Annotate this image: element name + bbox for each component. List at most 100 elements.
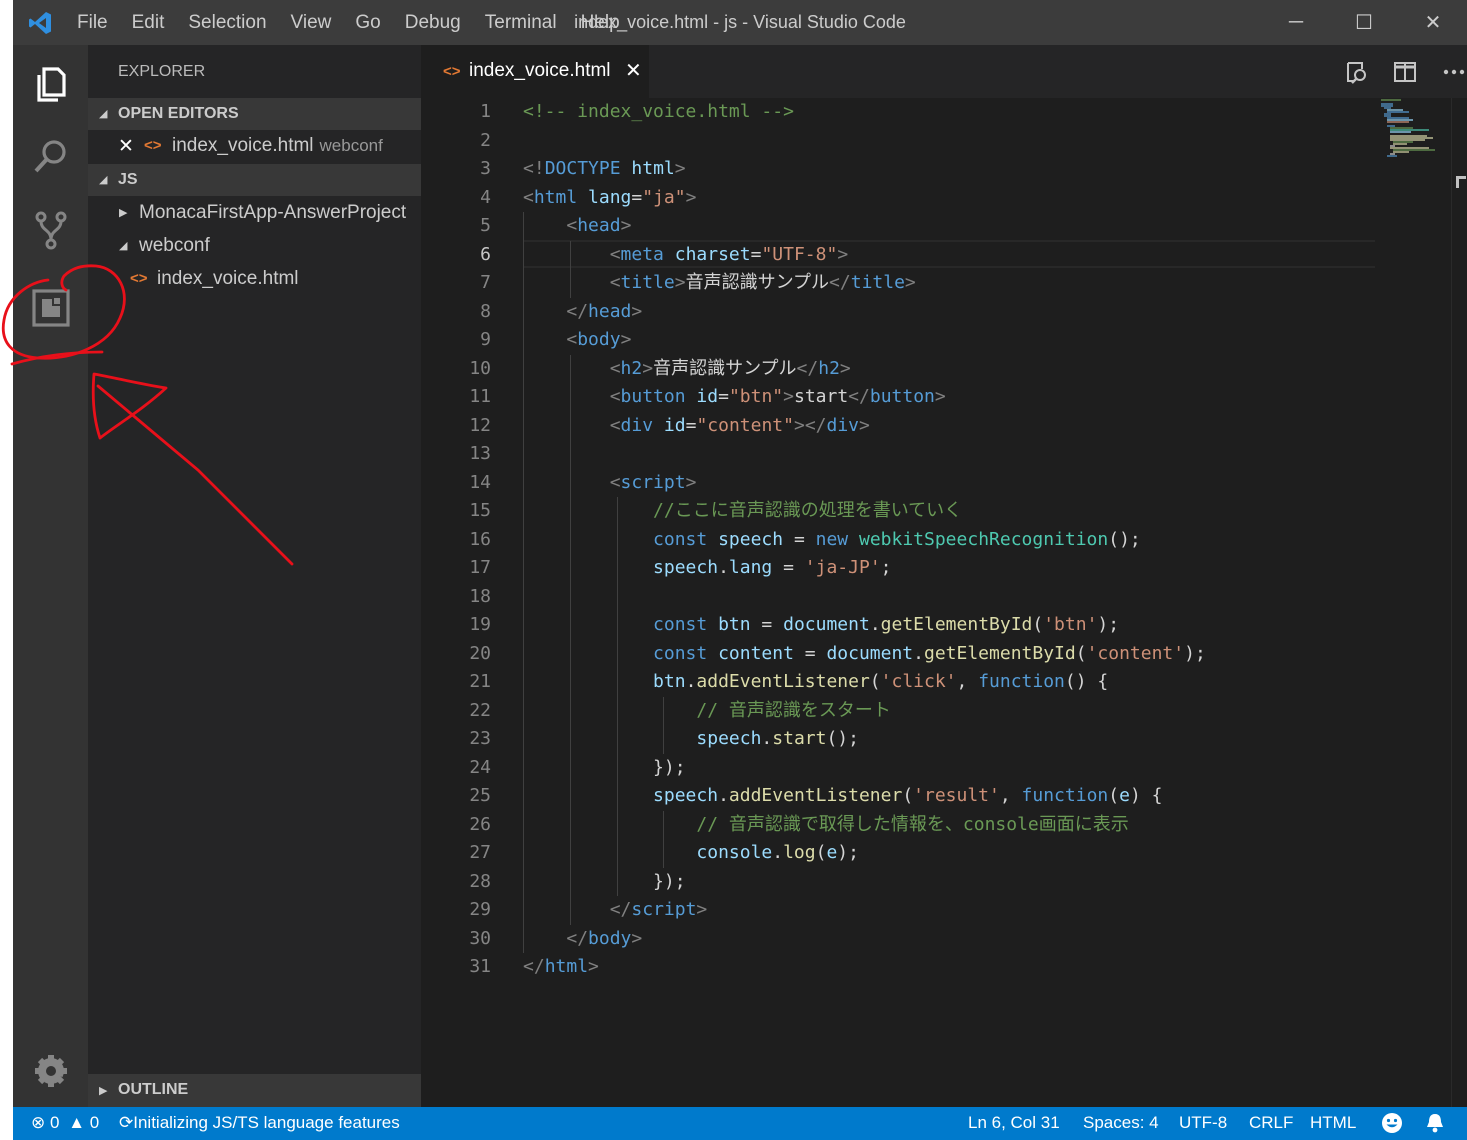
- feedback-smiley-icon[interactable]: [1381, 1112, 1403, 1134]
- gear-icon[interactable]: [30, 1050, 72, 1092]
- code-line[interactable]: speech.addEventListener('result', functi…: [523, 782, 1162, 811]
- code-editor[interactable]: 1 2 3 4 5 6 7 8 9 10 11 12 13 14 15 16 17 18 19 20 21 22 23 24 2…: [421, 98, 1467, 1107]
- code-line[interactable]: // 音声認識で取得した情報を、console画面に表示: [523, 811, 1128, 840]
- code-line[interactable]: <div id="content"></div>: [523, 412, 870, 441]
- code-token: start: [793, 386, 849, 407]
- code-token: html: [544, 956, 589, 977]
- code-token: 音声認識サンプル: [653, 357, 797, 379]
- split-editor-icon[interactable]: [1392, 59, 1418, 85]
- line-number: 1: [480, 101, 491, 122]
- tab-close-icon[interactable]: ✕: [625, 58, 642, 83]
- line-number: 17: [469, 557, 491, 578]
- language-status[interactable]: ⟳Initializing JS/TS language features: [119, 1113, 400, 1133]
- code-line[interactable]: btn.addEventListener('click', function()…: [523, 668, 1108, 697]
- code-token: content: [718, 642, 794, 664]
- code-line[interactable]: speech.start();: [523, 725, 859, 754]
- code-line[interactable]: // 音声認識をスタート: [523, 697, 891, 726]
- chevron-down-icon: ◢: [99, 174, 108, 186]
- code-line[interactable]: <body>: [523, 326, 631, 355]
- source-control-icon[interactable]: [30, 209, 72, 251]
- tree-folder-monaca[interactable]: ▶ MonacaFirstApp-AnswerProject: [88, 198, 421, 230]
- code-token: <: [609, 414, 621, 436]
- close-icon[interactable]: ✕: [118, 135, 134, 158]
- code-line[interactable]: </head>: [523, 298, 642, 327]
- code-token: ,: [956, 671, 979, 692]
- code-token: <: [609, 471, 621, 493]
- code-line[interactable]: </script>: [523, 896, 708, 925]
- problems-status[interactable]: ⊗ 0 ▲ 0: [31, 1113, 99, 1133]
- code-line[interactable]: <html lang="ja">: [523, 184, 696, 213]
- eol-status[interactable]: CRLF: [1249, 1113, 1293, 1133]
- code-token: body: [577, 329, 621, 350]
- tab-index-voice[interactable]: <> index_voice.html ✕: [421, 45, 649, 98]
- code-token: >: [588, 956, 599, 977]
- open-preview-icon[interactable]: [1344, 59, 1370, 85]
- line-number: 12: [469, 414, 491, 436]
- encoding-status[interactable]: UTF-8: [1179, 1113, 1227, 1133]
- language-mode[interactable]: HTML: [1310, 1113, 1356, 1133]
- code-token: });: [523, 756, 686, 778]
- open-editor-item[interactable]: ✕ <> index_voice.html webconf: [88, 131, 421, 163]
- line-number: 22: [469, 699, 491, 721]
- close-window-button[interactable]: ✕: [1399, 0, 1467, 45]
- line-number: 18: [469, 585, 491, 607]
- tree-folder-webconf[interactable]: ◢ webconf: [88, 231, 421, 263]
- code-line[interactable]: </html>: [523, 953, 599, 982]
- code-token: head: [577, 215, 621, 236]
- line-number: 10: [469, 357, 491, 379]
- tree-file-index-voice[interactable]: <> index_voice.html: [88, 264, 421, 296]
- search-icon[interactable]: [30, 135, 72, 177]
- indentation-status[interactable]: Spaces: 4: [1083, 1113, 1159, 1133]
- code-line[interactable]: <head>: [523, 212, 631, 241]
- code-token: title: [620, 272, 675, 293]
- code-token: .: [869, 614, 881, 635]
- code-token: >: [934, 386, 946, 407]
- code-line[interactable]: <button id="btn">start</button>: [523, 383, 946, 412]
- code-line[interactable]: console.log(e);: [523, 839, 859, 868]
- line-number: 6: [480, 243, 491, 265]
- code-line[interactable]: <script>: [523, 469, 697, 498]
- more-actions-icon[interactable]: [1441, 59, 1467, 85]
- code-line[interactable]: <meta charset="UTF-8">: [523, 241, 848, 270]
- code-line[interactable]: <title>音声認識サンプル</title>: [523, 269, 916, 298]
- tree-folder-label: webconf: [139, 235, 210, 256]
- code-line[interactable]: <!-- index_voice.html -->: [523, 98, 794, 127]
- code-line[interactable]: const btn = document.getElementById('btn…: [523, 611, 1119, 640]
- code-line[interactable]: <h2>音声認識サンプル</h2>: [523, 355, 851, 384]
- line-number: 19: [469, 614, 491, 635]
- code-token: "btn": [728, 386, 784, 407]
- minimap[interactable]: [1379, 98, 1449, 168]
- workspace-header[interactable]: ◢ JS: [88, 164, 421, 196]
- code-token: </: [829, 272, 851, 293]
- open-editors-header[interactable]: ◢ OPEN EDITORS: [88, 98, 421, 130]
- code-token: function: [1021, 785, 1109, 806]
- tree-folder-label: MonacaFirstApp-AnswerProject: [139, 202, 407, 223]
- code-line[interactable]: const content = document.getElementById(…: [523, 640, 1206, 669]
- code-line[interactable]: <!DOCTYPE html>: [523, 155, 686, 184]
- extension-icon[interactable]: [30, 287, 72, 329]
- minimize-button[interactable]: ─: [1262, 0, 1330, 45]
- code-token: =: [750, 243, 762, 265]
- code-line[interactable]: const speech = new webkitSpeechRecogniti…: [523, 526, 1141, 555]
- code-token: >: [685, 471, 697, 493]
- code-line[interactable]: speech.lang = 'ja-JP';: [523, 554, 891, 583]
- maximize-button[interactable]: ☐: [1330, 0, 1398, 45]
- code-line[interactable]: });: [523, 754, 686, 783]
- cursor-position[interactable]: Ln 6, Col 31: [968, 1113, 1060, 1133]
- code-token: >: [674, 272, 686, 293]
- code-line[interactable]: });: [523, 868, 686, 897]
- code-token: .: [913, 642, 924, 664]
- outline-header[interactable]: ▶ OUTLINE: [88, 1074, 421, 1107]
- html-file-icon: <>: [130, 270, 148, 287]
- code-token: id: [696, 386, 719, 407]
- code-line[interactable]: </body>: [523, 925, 642, 954]
- code-token: start: [772, 728, 827, 749]
- code-line[interactable]: //ここに音声認識の処理を書いていく: [523, 497, 962, 526]
- explorer-icon[interactable]: [30, 63, 72, 105]
- notification-bell-icon[interactable]: [1424, 1112, 1446, 1134]
- vertical-scrollbar[interactable]: [1451, 98, 1467, 1107]
